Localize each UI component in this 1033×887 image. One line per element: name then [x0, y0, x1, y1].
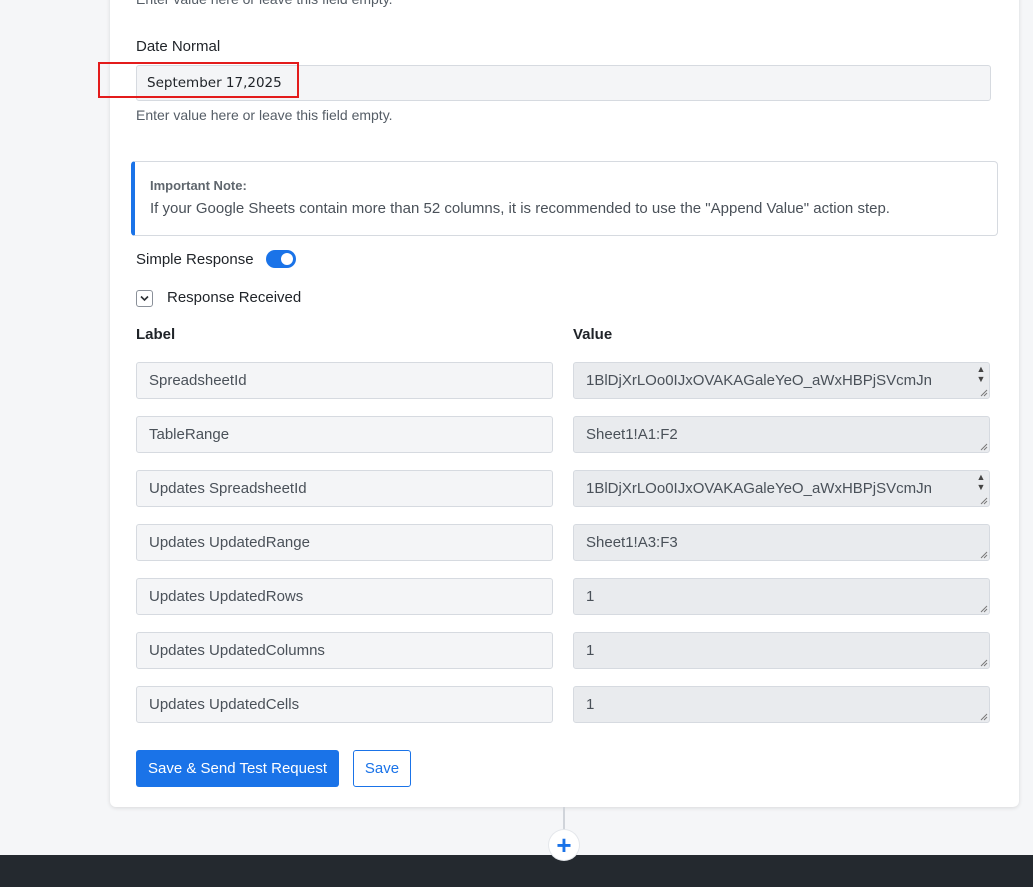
resize-grip-icon[interactable] — [980, 659, 988, 667]
resize-grip-icon[interactable] — [980, 389, 988, 397]
resize-grip-icon[interactable] — [980, 443, 988, 451]
resize-grip-icon[interactable] — [980, 605, 988, 613]
row-label: Updates UpdatedColumns — [136, 632, 553, 669]
save-send-test-button[interactable]: Save & Send Test Request — [136, 750, 339, 787]
note-text: If your Google Sheets contain more than … — [150, 200, 890, 217]
row-label: TableRange — [136, 416, 553, 453]
row-value-text: 1 — [586, 642, 595, 659]
row-label: Updates SpreadsheetId — [136, 470, 553, 507]
row-label: Updates UpdatedRange — [136, 524, 553, 561]
row-value-text: 1 — [586, 696, 595, 713]
scroll-arrows-icon[interactable]: ▲ ▼ — [975, 364, 987, 386]
value-column-header: Value — [573, 326, 613, 343]
date-normal-hint: Enter value here or leave this field emp… — [136, 107, 393, 123]
row-value[interactable]: 1 — [573, 632, 990, 669]
response-received-toggle[interactable] — [136, 290, 153, 307]
row-value[interactable]: 1 — [573, 686, 990, 723]
field-hint: Enter value here or leave this field emp… — [136, 0, 393, 7]
highlight-box — [98, 62, 299, 98]
date-normal-label: Date Normal — [136, 38, 221, 55]
row-value-text: 1BlDjXrLOo0IJxOVAKAGaleYeO_aWxHBPjSVcmJn — [586, 372, 932, 389]
response-received-label: Response Received — [167, 289, 302, 306]
row-value[interactable]: Sheet1!A1:F2 — [573, 416, 990, 453]
label-column-header: Label — [136, 326, 176, 343]
row-label: Updates UpdatedRows — [136, 578, 553, 615]
row-value-text: Sheet1!A1:F2 — [586, 426, 678, 443]
simple-response-label: Simple Response — [136, 251, 254, 268]
resize-grip-icon[interactable] — [980, 497, 988, 505]
note-title: Important Note: — [150, 178, 247, 193]
row-value[interactable]: Sheet1!A3:F3 — [573, 524, 990, 561]
toggle-knob — [281, 253, 293, 265]
row-value[interactable]: 1BlDjXrLOo0IJxOVAKAGaleYeO_aWxHBPjSVcmJn… — [573, 362, 990, 399]
row-value-text: 1BlDjXrLOo0IJxOVAKAGaleYeO_aWxHBPjSVcmJn — [586, 480, 932, 497]
row-value-text: 1 — [586, 588, 595, 605]
row-value[interactable]: 1BlDjXrLOo0IJxOVAKAGaleYeO_aWxHBPjSVcmJn… — [573, 470, 990, 507]
row-value[interactable]: 1 — [573, 578, 990, 615]
save-button[interactable]: Save — [353, 750, 411, 787]
row-label: Updates UpdatedCells — [136, 686, 553, 723]
row-label: SpreadsheetId — [136, 362, 553, 399]
simple-response-toggle[interactable] — [266, 250, 296, 268]
row-value-text: Sheet1!A3:F3 — [586, 534, 678, 551]
add-step-button[interactable]: + — [549, 830, 579, 860]
important-note: Important Note: If your Google Sheets co… — [131, 161, 998, 236]
resize-grip-icon[interactable] — [980, 713, 988, 721]
bottom-bar — [0, 855, 1033, 887]
scroll-arrows-icon[interactable]: ▲ ▼ — [975, 472, 987, 494]
chevron-down-icon — [140, 295, 149, 302]
resize-grip-icon[interactable] — [980, 551, 988, 559]
